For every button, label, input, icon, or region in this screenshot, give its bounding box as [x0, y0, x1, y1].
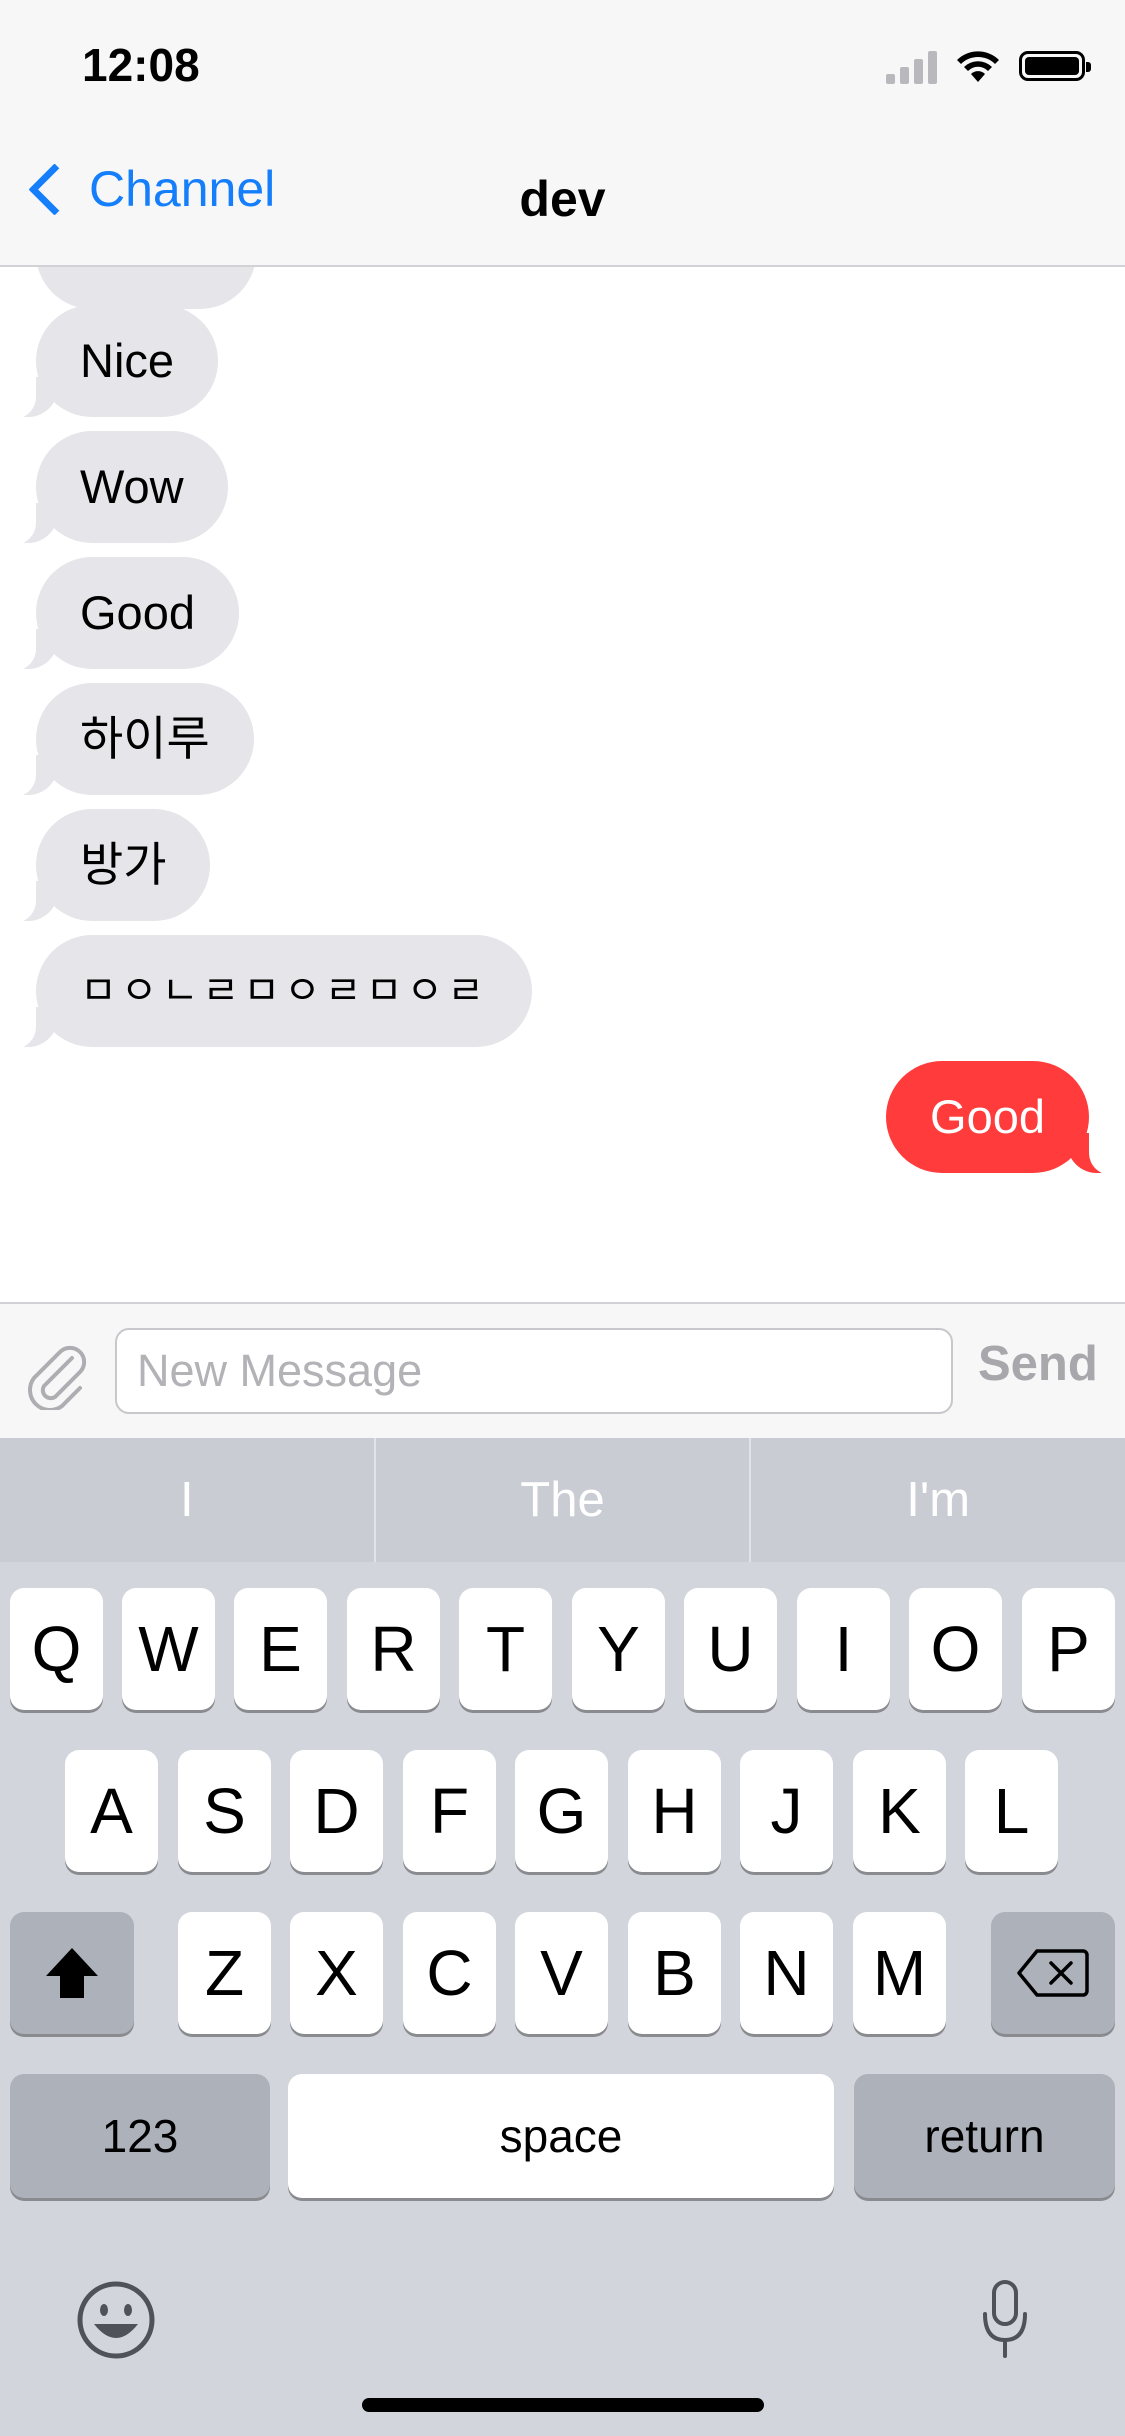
shift-key[interactable] — [10, 1912, 134, 2034]
key-w[interactable]: W — [122, 1588, 215, 1710]
key-n[interactable]: N — [740, 1912, 833, 2034]
key-v[interactable]: V — [515, 1912, 608, 2034]
delete-key[interactable] — [991, 1912, 1115, 2034]
space-key[interactable]: space — [288, 2074, 834, 2198]
key-p[interactable]: P — [1022, 1588, 1115, 1710]
message-composer: New Message Send — [0, 1302, 1125, 1440]
key-u[interactable]: U — [684, 1588, 777, 1710]
key-t[interactable]: T — [459, 1588, 552, 1710]
message-input[interactable]: New Message — [115, 1328, 953, 1414]
return-key[interactable]: return — [854, 2074, 1115, 2198]
send-button[interactable]: Send — [978, 1336, 1098, 1392]
status-time: 12:08 — [82, 39, 200, 91]
key-g[interactable]: G — [515, 1750, 608, 1872]
status-icons — [886, 48, 1091, 84]
key-k[interactable]: K — [853, 1750, 946, 1872]
predictive-bar: I The I'm — [0, 1438, 1125, 1562]
message-bubble-incoming: 방가 — [0, 809, 211, 923]
key-r[interactable]: R — [347, 1588, 440, 1710]
message-bubble-outgoing: Good — [886, 1061, 1125, 1175]
message-bubble-incoming: ㅁㅇㄴㄹㅁㅇㄹㅁㅇㄹ — [0, 935, 532, 1049]
key-q[interactable]: Q — [10, 1588, 103, 1710]
message-bubble-incoming: Wow — [0, 431, 228, 545]
key-s[interactable]: S — [178, 1750, 271, 1872]
message-bubble-incoming: Good — [0, 557, 239, 671]
key-a[interactable]: A — [65, 1750, 158, 1872]
message-bubble-partial — [36, 267, 256, 309]
navigation-header: 12:08 Channel dev — [0, 0, 1125, 267]
wifi-icon — [957, 51, 999, 82]
message-list[interactable]: Nice Wow Good 하이루 방가 ㅁㅇㄴㄹㅁㅇㄹㅁㅇㄹ Good — [0, 267, 1125, 1300]
backspace-icon — [1017, 1949, 1089, 1997]
key-z[interactable]: Z — [178, 1912, 271, 2034]
suggestion-1[interactable]: I — [0, 1438, 374, 1562]
page-title: dev — [519, 171, 606, 227]
suggestion-2[interactable]: The — [376, 1438, 750, 1562]
key-e[interactable]: E — [234, 1588, 327, 1710]
key-f[interactable]: F — [403, 1750, 496, 1872]
battery-icon — [1019, 51, 1091, 81]
key-y[interactable]: Y — [572, 1588, 665, 1710]
key-l[interactable]: L — [965, 1750, 1058, 1872]
paperclip-icon[interactable] — [20, 1340, 90, 1410]
numbers-key[interactable]: 123 — [10, 2074, 270, 2198]
key-j[interactable]: J — [740, 1750, 833, 1872]
key-d[interactable]: D — [290, 1750, 383, 1872]
emoji-icon[interactable] — [76, 2280, 156, 2360]
key-i[interactable]: I — [797, 1588, 890, 1710]
key-h[interactable]: H — [628, 1750, 721, 1872]
key-c[interactable]: C — [403, 1912, 496, 2034]
microphone-icon[interactable] — [980, 2278, 1030, 2362]
key-o[interactable]: O — [909, 1588, 1002, 1710]
message-bubble-incoming: Nice — [0, 305, 219, 419]
shift-arrow-icon — [46, 1948, 98, 1998]
cellular-signal-icon — [886, 48, 937, 84]
home-indicator[interactable] — [362, 2398, 764, 2412]
message-bubble-incoming: 하이루 — [0, 683, 254, 797]
key-x[interactable]: X — [290, 1912, 383, 2034]
suggestion-3[interactable]: I'm — [751, 1438, 1125, 1562]
key-b[interactable]: B — [628, 1912, 721, 2034]
key-m[interactable]: M — [853, 1912, 946, 2034]
